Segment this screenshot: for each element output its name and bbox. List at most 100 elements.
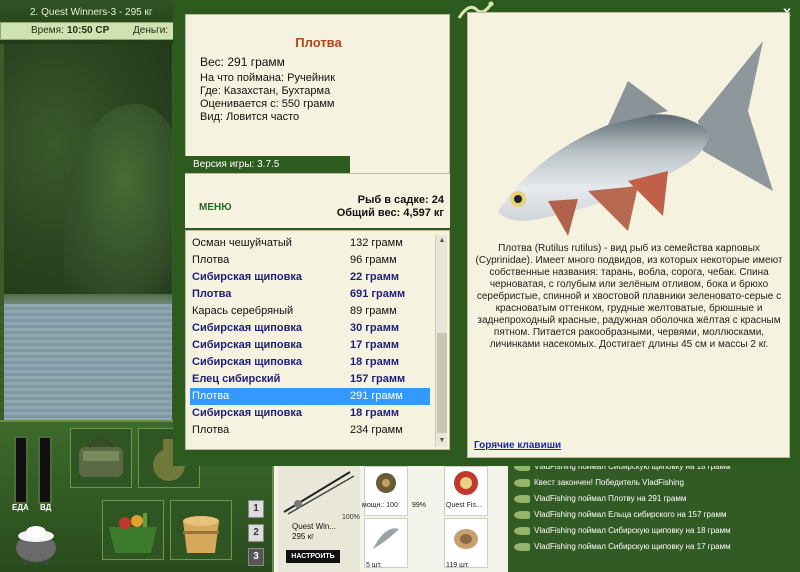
catch-fish-mass: 291 грамм <box>350 390 403 402</box>
catch-list-row[interactable]: Осман чешуйчатый 132 грамм <box>190 235 430 252</box>
catch-list-row[interactable]: Плотва 96 грамм <box>190 252 430 269</box>
log-entry-text: VladFishing поймал Ельца сибирского на 1… <box>534 510 727 519</box>
tackle-bag-icon <box>79 438 123 477</box>
menu-area: МЕНЮ Рыб в садке: 24 Общий вес: 4,597 кг <box>185 174 450 228</box>
money-label: Деньги: <box>133 25 169 36</box>
catch-list-row[interactable]: Сибирская щиповка 22 грамм <box>190 269 430 286</box>
hook-quantity: 5 шт. <box>366 562 382 569</box>
catch-list-row[interactable]: Сибирская щиповка 18 грамм <box>190 405 430 422</box>
catch-fish-mass: 157 грамм <box>350 373 406 385</box>
catch-list-row[interactable]: Сибирская щиповка 18 грамм <box>190 354 430 371</box>
log-entry: VladFishing поймал Ельца сибирского на 1… <box>514 510 798 526</box>
fish-log-icon <box>514 526 530 535</box>
version-bar-edge <box>348 156 350 173</box>
catch-location: Где: Казахстан, Бухтарма <box>200 85 331 97</box>
catch-fish-mass: 96 грамм <box>350 254 397 266</box>
bucket-slot[interactable] <box>170 500 232 560</box>
catch-fish-name: Сибирская щиповка <box>192 322 302 334</box>
catch-list-scrollbar[interactable]: ▲ ▼ <box>435 235 447 447</box>
fish-log-icon <box>514 478 530 487</box>
catch-fish-name: Сибирская щиповка <box>192 339 302 351</box>
catch-list-row[interactable]: Сибирская щиповка 30 грамм <box>190 320 430 337</box>
fish-info-box: Плотва Вес: 291 грамм На что поймана: Ру… <box>185 14 450 174</box>
catch-fish-mass: 691 грамм <box>350 288 406 300</box>
line-name: Quest Fis... <box>446 502 482 509</box>
bucket-icon <box>183 516 219 553</box>
catch-fish-mass: 18 грамм <box>350 356 399 368</box>
caddisfly-bait-icon <box>454 529 478 549</box>
catch-list-row[interactable]: Плотва 691 грамм <box>190 286 430 303</box>
catch-list-row[interactable]: Карась серебряный 89 грамм <box>190 303 430 320</box>
catch-list-row[interactable]: Плотва 291 грамм <box>190 388 430 405</box>
log-entry-text: VladFishing поймал Сибирскую щиповку на … <box>534 526 731 535</box>
catch-fish-name: Плотва <box>192 288 232 300</box>
catch-total-weight: Общий вес: 4,597 кг <box>336 207 444 219</box>
log-entry-text: VladFishing поймал Плотву на 291 грамм <box>534 494 687 503</box>
bag-slot[interactable] <box>70 428 132 488</box>
log-entry: VladFishing поймал Сибирскую щиповку на … <box>514 542 798 558</box>
menu-button[interactable]: МЕНЮ <box>199 202 232 213</box>
catch-fish-name: Елец сибирский <box>192 373 281 385</box>
page-button-3[interactable]: 3 <box>248 548 264 566</box>
time-value: 10:50 СР <box>67 25 110 36</box>
hotkeys-link[interactable]: Горячие клавиши <box>474 440 561 451</box>
catch-list[interactable]: Осман чешуйчатый 132 грамм Плотва 96 грамм С… <box>185 230 450 450</box>
catch-fish-name: Карась серебряный <box>192 305 294 317</box>
fish-description-box: Плотва (Rutilus rutilus) - вид рыб из се… <box>467 12 790 458</box>
reel-icon <box>376 473 396 493</box>
fish-log-icon <box>514 494 530 503</box>
basket-slot[interactable] <box>102 500 164 560</box>
roach-fish-image <box>498 41 773 236</box>
food-meter <box>14 436 28 504</box>
fishing-scene[interactable] <box>4 44 172 420</box>
fish-description: Плотва (Rutilus rutilus) - вид рыб из се… <box>475 243 783 350</box>
tackle-panel: Quest Win... 295 кг 100% НАСТРОИТЬ мощн.… <box>272 466 508 572</box>
log-entry-text: VladFishing поймал Сибирскую щиповку на … <box>534 542 731 551</box>
catch-fish-name: Сибирская щиповка <box>192 271 302 283</box>
catch-fish-mass: 234 грамм <box>350 424 403 436</box>
catch-list-row[interactable]: Плотва 234 грамм <box>190 422 430 439</box>
log-entry: Квест закончен! Победитель VladFishing <box>514 478 798 494</box>
hook-icon <box>373 528 399 549</box>
fish-title: Плотва <box>295 35 342 50</box>
scroll-thumb[interactable] <box>437 333 447 433</box>
fish-log-icon <box>514 542 530 551</box>
fish-weight: Вес: 291 грамм <box>200 55 285 69</box>
fish-info-dialog: x Плотва Вес: 291 грамм На что поймана: … <box>173 0 800 466</box>
catch-fish-mass: 22 грамм <box>350 271 399 283</box>
food-basket-icon <box>109 513 157 553</box>
page-button-2[interactable]: 2 <box>248 524 264 542</box>
scroll-up-icon[interactable]: ▲ <box>436 235 448 247</box>
rod-condition: 100% <box>342 514 360 521</box>
scroll-down-icon[interactable]: ▼ <box>436 435 448 447</box>
fish-log-icon <box>514 510 530 519</box>
scene-water <box>4 304 172 420</box>
catch-fish-mass: 89 грамм <box>350 305 397 317</box>
food-meter-label: ЕДА <box>12 503 29 512</box>
catch-fish-mass: 17 грамм <box>350 339 399 351</box>
rod-slot[interactable]: Quest Win... 295 кг 100% НАСТРОИТЬ <box>278 466 360 572</box>
catch-fish-name: Сибирская щиповка <box>192 356 302 368</box>
catch-fish-name: Плотва <box>192 254 230 266</box>
rod-name: Quest Win... <box>292 522 337 531</box>
catch-fish-name: Сибирская щиповка <box>192 407 302 419</box>
fishing-line-spool-icon <box>454 471 478 495</box>
pot-icon[interactable] <box>10 514 62 566</box>
catch-fish-mass: 30 грамм <box>350 322 399 334</box>
reel-condition: 99% <box>412 502 427 509</box>
setup-button[interactable]: НАСТРОИТЬ <box>286 550 340 563</box>
valued-from: Оценивается с: 550 грамм <box>200 98 335 110</box>
caught-with: На что поймана: Ручейник <box>200 72 336 84</box>
catch-fish-name: Плотва <box>192 424 230 436</box>
hook-slot[interactable] <box>364 518 408 568</box>
page-button-1[interactable]: 1 <box>248 500 264 518</box>
catch-list-row[interactable]: Сибирская щиповка 17 грамм <box>190 337 430 354</box>
bait-slot[interactable] <box>444 518 488 568</box>
drink-meter-label: ВД <box>40 503 52 512</box>
fish-frequency: Вид: Ловится часто <box>200 111 300 123</box>
game-window-title: 2. Quest Winners-3 - 295 кг <box>30 7 153 18</box>
game-version: Версия игры: 3.7.5 <box>185 156 348 173</box>
catch-fish-mass: 18 грамм <box>350 407 399 419</box>
time-label: Время: <box>31 25 64 36</box>
catch-list-row[interactable]: Елец сибирский 157 грамм <box>190 371 430 388</box>
